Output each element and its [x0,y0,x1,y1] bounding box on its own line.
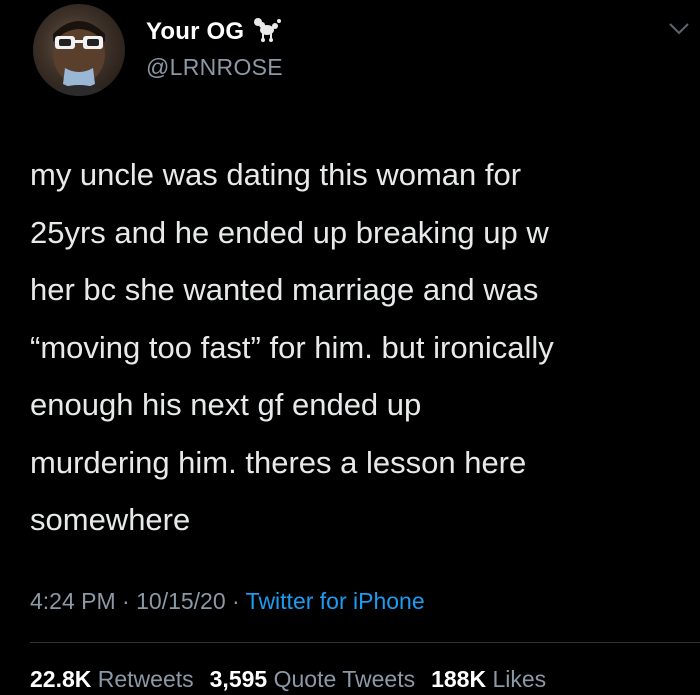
avatar[interactable] [33,4,125,96]
quote-tweets-label: Quote Tweets [273,666,416,692]
handle[interactable]: @LRNROSE [146,54,283,81]
quote-tweets-count: 3,595 [209,666,268,692]
retweets-label: Retweets [97,666,194,692]
tweet-date[interactable]: 10/15/20 [136,588,226,614]
meta-separator: · [115,588,137,614]
tweet-time[interactable]: 4:24 PM [30,588,116,614]
likes-label: Likes [492,666,547,692]
chevron-down-icon[interactable] [668,22,690,41]
tweet-meta: 4:24 PM · 10/15/20 · Twitter for iPhone [30,588,425,615]
likes-count: 188K [431,666,487,692]
meta-separator: · [225,588,246,614]
likes-stat[interactable]: 188K Likes [431,666,546,692]
tweet-stats: 22.8K Retweets 3,595 Quote Tweets 188K Lik… [30,666,546,693]
tweet-text: my uncle was dating this woman for 25yrs… [30,157,554,537]
display-name-row[interactable]: Your OG [146,16,282,47]
tweet: Your OG @LRNROSE my uncle was dating thi… [0,0,700,695]
display-name[interactable]: Your OG [146,18,244,46]
retweets-count: 22.8K [30,666,92,692]
tweet-source[interactable]: Twitter for iPhone [246,588,425,614]
poodle-icon [252,16,282,47]
divider [30,642,700,643]
retweets-stat[interactable]: 22.8K Retweets [30,666,194,692]
quote-tweets-stat[interactable]: 3,595 Quote Tweets [210,666,415,692]
